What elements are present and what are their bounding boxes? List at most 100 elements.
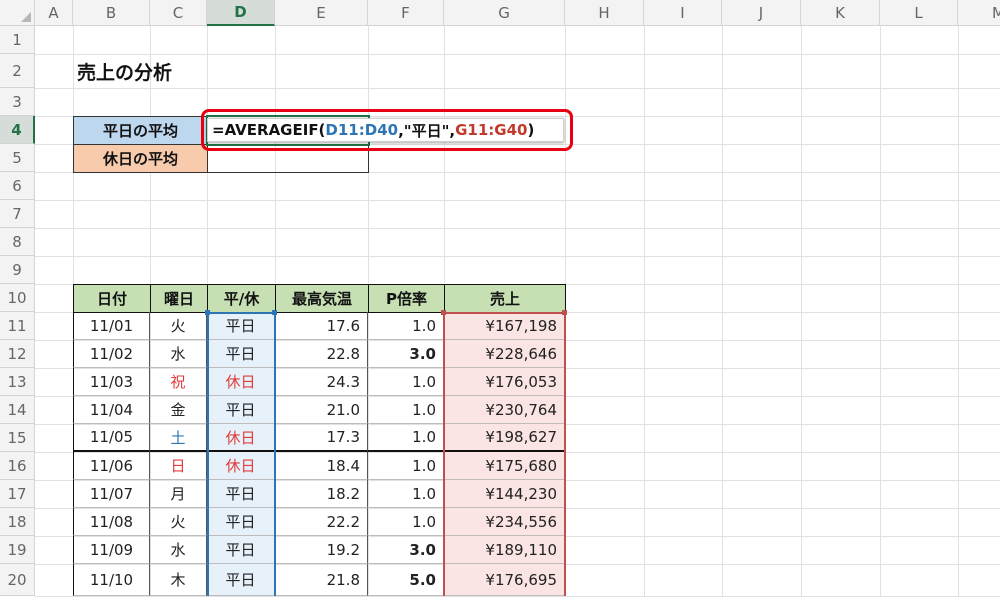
table-cell-point-rate[interactable]: 3.0	[368, 340, 444, 368]
gridline-vertical	[958, 26, 959, 596]
row-header-7[interactable]: 7	[0, 200, 35, 228]
column-header-bar: ABCDEFGHIJKLM	[0, 0, 1000, 26]
column-header-e[interactable]: E	[275, 0, 368, 26]
table-cell-weekday[interactable]: 水	[150, 536, 207, 564]
table-header-point-rate[interactable]: P倍率	[368, 284, 445, 313]
column-header-j[interactable]: J	[722, 0, 801, 26]
table-cell-max-temp[interactable]: 22.2	[275, 508, 368, 536]
table-cell-point-rate[interactable]: 1.0	[368, 480, 444, 508]
table-cell-date[interactable]: 11/08	[73, 508, 150, 536]
column-header-h[interactable]: H	[565, 0, 644, 26]
table-cell-weekday[interactable]: 木	[150, 564, 207, 596]
row-header-10[interactable]: 10	[0, 284, 35, 312]
table-cell-weekday[interactable]: 祝	[150, 368, 207, 396]
table-cell-date[interactable]: 11/04	[73, 396, 150, 424]
table-header-date[interactable]: 日付	[73, 284, 151, 313]
table-cell-max-temp[interactable]: 21.0	[275, 396, 368, 424]
row-header-8[interactable]: 8	[0, 228, 35, 256]
gridline-horizontal	[35, 54, 1000, 55]
gridline-vertical	[880, 26, 881, 596]
table-cell-weekday[interactable]: 日	[150, 452, 207, 480]
table-cell-max-temp[interactable]: 18.2	[275, 480, 368, 508]
row-header-2[interactable]: 2	[0, 54, 35, 88]
row-header-5[interactable]: 5	[0, 144, 35, 172]
row-header-18[interactable]: 18	[0, 508, 35, 536]
table-cell-date[interactable]: 11/05	[73, 424, 150, 452]
table-cell-weekday[interactable]: 水	[150, 340, 207, 368]
table-header-weekday[interactable]: 曜日	[150, 284, 208, 313]
gridline-horizontal	[35, 200, 1000, 201]
column-header-i[interactable]: I	[644, 0, 722, 26]
table-cell-point-rate[interactable]: 1.0	[368, 396, 444, 424]
table-header-sales[interactable]: 売上	[444, 284, 566, 313]
table-cell-date[interactable]: 11/10	[73, 564, 150, 596]
average-range-highlight	[443, 312, 566, 596]
criteria-range-highlight	[207, 312, 276, 596]
column-header-b[interactable]: B	[73, 0, 150, 26]
table-cell-max-temp[interactable]: 18.4	[275, 452, 368, 480]
weekday-average-label[interactable]: 平日の平均	[73, 116, 208, 145]
table-cell-point-rate[interactable]: 3.0	[368, 536, 444, 564]
table-cell-max-temp[interactable]: 24.3	[275, 368, 368, 396]
table-cell-date[interactable]: 11/09	[73, 536, 150, 564]
table-cell-max-temp[interactable]: 17.6	[275, 312, 368, 340]
range-handle-icon[interactable]	[562, 310, 567, 315]
table-cell-date[interactable]: 11/03	[73, 368, 150, 396]
gridline-horizontal	[35, 88, 1000, 89]
range-handle-icon[interactable]	[205, 310, 210, 315]
row-header-13[interactable]: 13	[0, 368, 35, 396]
table-cell-max-temp[interactable]: 17.3	[275, 424, 368, 452]
table-cell-date[interactable]: 11/01	[73, 312, 150, 340]
table-cell-max-temp[interactable]: 21.8	[275, 564, 368, 596]
range-handle-icon[interactable]	[272, 310, 277, 315]
table-cell-date[interactable]: 11/07	[73, 480, 150, 508]
table-cell-point-rate[interactable]: 1.0	[368, 368, 444, 396]
gridline-vertical	[801, 26, 802, 596]
gridline-horizontal	[35, 256, 1000, 257]
gridline-vertical	[644, 26, 645, 596]
table-cell-point-rate[interactable]: 1.0	[368, 508, 444, 536]
column-header-a[interactable]: A	[35, 0, 73, 26]
row-header-4[interactable]: 4	[0, 116, 35, 144]
row-header-16[interactable]: 16	[0, 452, 35, 480]
row-header-14[interactable]: 14	[0, 396, 35, 424]
table-cell-date[interactable]: 11/02	[73, 340, 150, 368]
row-header-12[interactable]: 12	[0, 340, 35, 368]
table-header-day-type[interactable]: 平/休	[207, 284, 276, 313]
table-cell-max-temp[interactable]: 19.2	[275, 536, 368, 564]
column-header-k[interactable]: K	[801, 0, 880, 26]
table-cell-max-temp[interactable]: 22.8	[275, 340, 368, 368]
column-header-g[interactable]: G	[444, 0, 565, 26]
gridline-vertical	[722, 26, 723, 596]
table-cell-weekday[interactable]: 火	[150, 312, 207, 340]
row-header-1[interactable]: 1	[0, 26, 35, 54]
column-header-l[interactable]: L	[880, 0, 958, 26]
row-header-19[interactable]: 19	[0, 536, 35, 564]
row-header-6[interactable]: 6	[0, 172, 35, 200]
row-header-3[interactable]: 3	[0, 88, 35, 116]
formula-highlight-box	[201, 109, 573, 151]
sheet-title: 売上の分析	[77, 62, 173, 84]
range-handle-icon[interactable]	[441, 310, 446, 315]
table-cell-point-rate[interactable]: 1.0	[368, 312, 444, 340]
holiday-average-label[interactable]: 休日の平均	[73, 144, 208, 173]
table-cell-weekday[interactable]: 土	[150, 424, 207, 452]
column-header-f[interactable]: F	[368, 0, 444, 26]
row-header-15[interactable]: 15	[0, 424, 35, 452]
table-header-max-temp[interactable]: 最高気温	[275, 284, 369, 313]
table-cell-date[interactable]: 11/06	[73, 452, 150, 480]
row-header-20[interactable]: 20	[0, 564, 35, 596]
table-cell-weekday[interactable]: 火	[150, 508, 207, 536]
row-header-11[interactable]: 11	[0, 312, 35, 340]
row-header-9[interactable]: 9	[0, 256, 35, 284]
column-header-c[interactable]: C	[150, 0, 207, 26]
row-header-17[interactable]: 17	[0, 480, 35, 508]
table-cell-point-rate[interactable]: 1.0	[368, 424, 444, 452]
table-cell-weekday[interactable]: 月	[150, 480, 207, 508]
table-cell-point-rate[interactable]: 5.0	[368, 564, 444, 596]
column-header-d[interactable]: D	[207, 0, 275, 26]
table-cell-point-rate[interactable]: 1.0	[368, 452, 444, 480]
column-header-m[interactable]: M	[958, 0, 1000, 26]
row-header-bar: 1 2 3 4 5 6 7 8 9 10 11 12 13 14 15 16 17 18 19 20	[0, 26, 35, 596]
table-cell-weekday[interactable]: 金	[150, 396, 207, 424]
